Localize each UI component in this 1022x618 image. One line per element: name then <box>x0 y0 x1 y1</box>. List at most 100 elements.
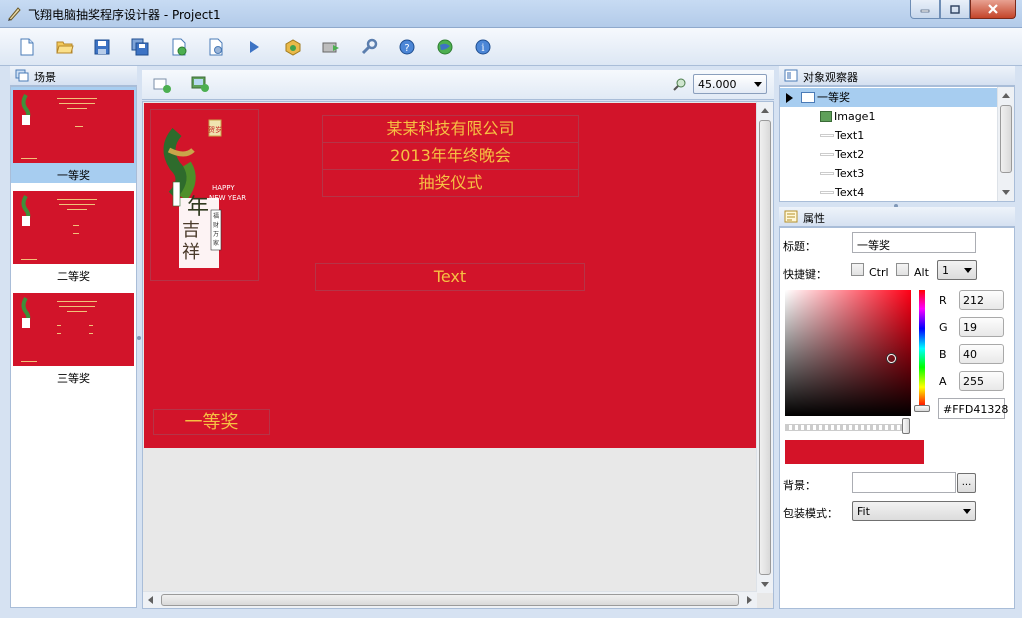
expand-arrow-icon[interactable] <box>786 93 793 103</box>
scene-item-label: 一等奖 <box>57 169 90 182</box>
maximize-button[interactable] <box>940 0 970 19</box>
scene-item-third[interactable]: 三等奖 <box>11 290 136 386</box>
svg-text:万: 万 <box>213 231 219 238</box>
svg-text:家: 家 <box>213 239 219 247</box>
tree-root-row[interactable]: 一等奖 <box>780 88 997 107</box>
horizontal-scroll-thumb[interactable] <box>161 594 739 606</box>
scene-item-label: 二等奖 <box>57 270 90 283</box>
scene-node-icon <box>801 92 815 103</box>
green-input[interactable]: 19 <box>959 317 1004 337</box>
scroll-left-icon[interactable] <box>148 596 153 604</box>
vertical-scroll-thumb[interactable] <box>759 120 771 575</box>
zoom-icon <box>673 78 686 91</box>
scene-panel-title: 场景 <box>34 71 56 84</box>
svg-text:吉: 吉 <box>182 220 200 241</box>
svg-text:祥: 祥 <box>182 242 200 263</box>
save-icon[interactable] <box>93 38 111 56</box>
scroll-up-icon[interactable] <box>1002 93 1010 98</box>
hue-slider-thumb[interactable] <box>914 405 930 412</box>
save-all-icon[interactable] <box>131 38 149 56</box>
alpha-input[interactable]: 255 <box>959 371 1004 391</box>
hotkey-value: 1 <box>942 264 949 277</box>
pack-mode-value: Fit <box>857 505 870 518</box>
tree-root-label: 一等奖 <box>817 91 850 104</box>
horizontal-scrollbar[interactable] <box>143 591 757 608</box>
text1-element[interactable]: 某某科技有限公司 <box>322 115 579 143</box>
vertical-scrollbar[interactable] <box>756 102 773 593</box>
globe-icon[interactable] <box>436 38 454 56</box>
design-workspace[interactable]: 贺岁 年 吉 祥 HAPPY NEW YEAR 福 财 万 家 某某科技有限公司… <box>142 101 774 609</box>
blue-label: B <box>939 348 947 361</box>
background-input[interactable] <box>852 472 956 493</box>
color-picker-cursor[interactable] <box>887 354 896 363</box>
close-button[interactable] <box>970 0 1016 19</box>
alpha-slider[interactable] <box>785 424 905 431</box>
text4-element[interactable]: Text <box>315 263 585 291</box>
canvas-toolbar: 45.000 <box>142 70 774 100</box>
title-bar: 飞翔电脑抽奖程序设计器 - Project1 <box>0 0 1022 28</box>
zoom-value: 45.000 <box>698 78 737 91</box>
wrench-icon[interactable] <box>360 38 378 56</box>
scene-item-second[interactable]: 二等奖 <box>11 188 136 284</box>
hotkey-select[interactable]: 1 <box>937 260 977 280</box>
info-icon[interactable]: i <box>474 38 492 56</box>
scene-thumbnail <box>13 90 134 163</box>
caption-input[interactable]: 一等奖 <box>852 232 976 253</box>
object-panel-header: 对象观察器 <box>779 66 1015 86</box>
open-folder-icon[interactable] <box>56 38 74 56</box>
minimize-button[interactable] <box>910 0 940 19</box>
text3-element[interactable]: 抽奖仪式 <box>322 169 579 197</box>
logo-new-year-text: NEW YEAR <box>209 194 246 202</box>
new-file-icon[interactable] <box>18 38 36 56</box>
image1-element[interactable]: 贺岁 年 吉 祥 HAPPY NEW YEAR 福 财 万 家 <box>150 109 259 281</box>
scene-item-first[interactable]: 一等奖 <box>11 87 136 183</box>
browse-background-button[interactable]: ... <box>957 473 976 493</box>
thumbnail-logo <box>17 194 35 228</box>
alt-checkbox[interactable] <box>896 263 909 276</box>
design-stage[interactable]: 贺岁 年 吉 祥 HAPPY NEW YEAR 福 财 万 家 某某科技有限公司… <box>144 103 757 448</box>
hex-color-input[interactable]: #FFD41328 <box>938 398 1008 419</box>
color-saturation-picker[interactable] <box>785 290 911 416</box>
tree-scrollbar[interactable] <box>997 87 1014 201</box>
image-node-icon <box>820 111 832 122</box>
alpha-label: A <box>939 375 947 388</box>
publish-icon[interactable] <box>322 38 340 56</box>
tree-scroll-thumb[interactable] <box>1000 105 1012 173</box>
add-image-icon[interactable] <box>190 75 210 93</box>
pack-mode-label: 包装模式： <box>783 507 838 520</box>
prize-label-element[interactable]: 一等奖 <box>153 409 270 435</box>
package-icon[interactable] <box>284 38 302 56</box>
ctrl-checkbox[interactable] <box>851 263 864 276</box>
add-scene-icon[interactable] <box>152 76 172 94</box>
scroll-up-icon[interactable] <box>761 108 769 113</box>
object-tree: 一等奖 Image1 Text1 Text2 Text3 Text4 <box>779 86 1015 202</box>
chevron-down-icon <box>964 268 972 273</box>
object-panel-title: 对象观察器 <box>803 71 858 84</box>
chevron-down-icon <box>754 82 762 87</box>
hue-slider[interactable] <box>919 290 925 407</box>
red-input[interactable]: 212 <box>959 290 1004 310</box>
text2-element[interactable]: 2013年年终晚会 <box>322 142 579 170</box>
help-icon[interactable]: ? <box>398 38 416 56</box>
tree-item-label: Text3 <box>835 167 865 180</box>
alpha-slider-thumb[interactable] <box>902 418 910 434</box>
scroll-down-icon[interactable] <box>761 582 769 587</box>
export-icon[interactable] <box>170 38 188 56</box>
blue-input[interactable]: 40 <box>959 344 1004 364</box>
zoom-select[interactable]: 45.000 <box>693 74 767 94</box>
scroll-down-icon[interactable] <box>1002 190 1010 195</box>
scene-list: 一等奖 二等奖 三等奖 <box>10 86 137 608</box>
hotkey-label: 快捷键： <box>783 268 827 281</box>
scene-thumbnail <box>13 293 134 366</box>
pack-mode-select[interactable]: Fit <box>852 501 976 521</box>
run-icon[interactable] <box>245 38 263 56</box>
scene-icon <box>15 69 29 82</box>
logo-happy-text: HAPPY <box>212 184 235 192</box>
left-splitter[interactable] <box>137 336 141 340</box>
main-toolbar: ? i <box>0 28 1022 66</box>
settings-page-icon[interactable] <box>207 38 225 56</box>
app-icon <box>8 7 21 21</box>
tree-item-label: Text4 <box>835 186 865 199</box>
svg-text:?: ? <box>404 43 409 54</box>
scroll-right-icon[interactable] <box>747 596 752 604</box>
